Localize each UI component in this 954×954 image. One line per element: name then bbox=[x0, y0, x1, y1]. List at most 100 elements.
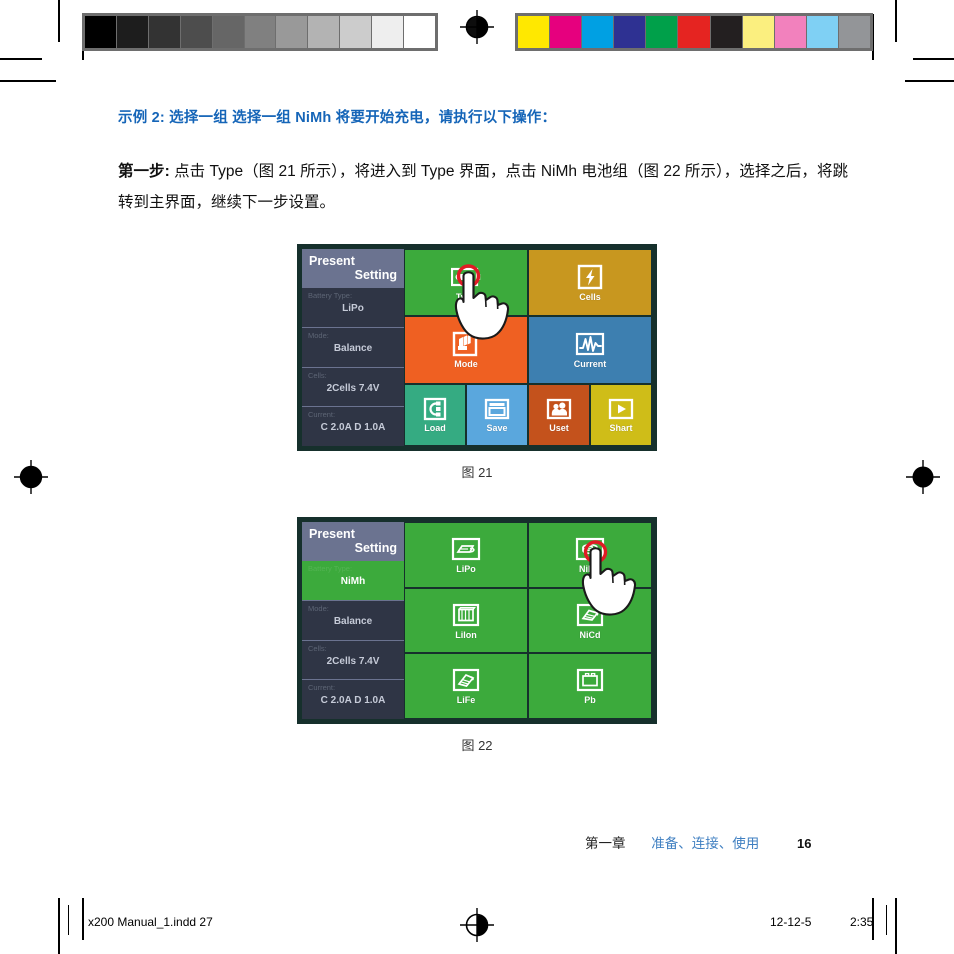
figure21-caption: 图 21 bbox=[461, 465, 493, 480]
imprint-date: 12-12-5 bbox=[770, 915, 812, 929]
fig21-tile-shart-label: Shart bbox=[609, 422, 633, 433]
fig21-tile-type[interactable]: Type bbox=[404, 249, 528, 317]
fig22-panel-title-line2: Setting bbox=[354, 541, 397, 555]
colorbar-swatch-7 bbox=[742, 16, 774, 48]
fig22-tile-liion-label: LiIon bbox=[455, 629, 477, 640]
cards-icon bbox=[451, 331, 481, 357]
play-icon bbox=[608, 397, 635, 421]
registration-mark-top bbox=[460, 10, 494, 44]
fig21-setting-label: Mode: bbox=[308, 330, 329, 340]
imprint-time: 2:35 bbox=[850, 915, 874, 929]
colorbar-swatch-1 bbox=[550, 16, 582, 48]
fig22-tile-nimh-label: NiMh bbox=[579, 563, 601, 574]
fig21-setting-value: C 2.0A D 1.0A bbox=[320, 422, 386, 434]
grayscale-swatch-5 bbox=[244, 16, 276, 48]
fig22-tile-pb-label: Pb bbox=[584, 695, 596, 706]
grayscale-swatch-3 bbox=[180, 16, 212, 48]
color-calibration-bar bbox=[515, 13, 873, 51]
grayscale-swatch-6 bbox=[276, 16, 308, 48]
fig21-tile-cells-label: Cells bbox=[579, 291, 601, 302]
fig21-tile-shart[interactable]: Shart bbox=[590, 383, 652, 446]
step-paragraph: 第一步: 点击 Type（图 21 所示），将进入到 Type 界面，点击 Ni… bbox=[118, 156, 848, 218]
fig21-setting-label: Current: bbox=[308, 410, 336, 420]
fig21-setting-row: Cells: 2Cells 7.4V bbox=[302, 367, 404, 408]
lipo-pack-icon bbox=[451, 536, 481, 562]
fig22-setting-row: Cells: 2Cells 7.4V bbox=[302, 640, 404, 681]
crop-mark-tl-v bbox=[58, 0, 60, 42]
fig21-settings-list: Battery Type: LiPo Mode: Balance Cells: 2Cell… bbox=[302, 288, 404, 446]
fig22-tile-grid: LiPo NiMh LiIon NiCd LiFe Pb bbox=[404, 522, 652, 720]
grayscale-swatch-8 bbox=[340, 16, 372, 48]
footer-section: 准备、连接、使用 bbox=[651, 836, 760, 851]
step-label: 第一步: bbox=[118, 162, 170, 180]
fig21-panel-title: Present Setting bbox=[302, 249, 404, 288]
fig21-tile-uset[interactable]: Uset bbox=[528, 383, 590, 446]
fig21-tile-row-1: Type Cells bbox=[404, 249, 652, 317]
fig22-tile-lipo-label: LiPo bbox=[456, 563, 476, 574]
registration-mark-bottom bbox=[460, 908, 494, 942]
lead-battery-icon bbox=[575, 667, 605, 693]
footer-chapter: 第一章 bbox=[585, 836, 626, 851]
registration-mark-right bbox=[906, 460, 940, 494]
footer-page-number: 16 bbox=[797, 836, 812, 851]
crop-mark-tr-h2 bbox=[905, 80, 954, 82]
save-icon bbox=[484, 397, 511, 421]
colorbar-swatch-0 bbox=[518, 16, 550, 48]
fig21-setting-label: Battery Type: bbox=[308, 291, 353, 300]
colorbar-swatch-5 bbox=[678, 16, 710, 48]
fig22-setting-label: Current: bbox=[308, 683, 336, 693]
fig22-tile-row-2: LiIon NiCd bbox=[404, 587, 652, 654]
fig21-setting-value: LiPo bbox=[342, 303, 364, 314]
fig22-tile-lipo[interactable]: LiPo bbox=[404, 522, 528, 588]
fig22-tile-nicd[interactable]: NiCd bbox=[528, 587, 652, 654]
fig22-setting-value: 2Cells 7.4V bbox=[326, 655, 380, 667]
grayscale-swatch-1 bbox=[116, 16, 148, 48]
fig22-setting-label: Mode: bbox=[308, 603, 329, 613]
crop-mark-tr-h bbox=[913, 58, 954, 60]
fig21-setting-value: 2Cells 7.4V bbox=[326, 382, 380, 394]
fig21-tile-load[interactable]: Load bbox=[404, 383, 466, 446]
colorbar-swatch-9 bbox=[806, 16, 838, 48]
fig21-tile-type-label: Type bbox=[455, 291, 477, 302]
fig22-setting-label: Battery Type: bbox=[308, 564, 353, 573]
crop-mark-bl-v bbox=[58, 898, 60, 954]
fig21-tile-uset-label: Uset bbox=[549, 422, 569, 433]
imprint-rule-left bbox=[68, 905, 69, 935]
section-heading: 示例 2: 选择一组 选择一组 NiMh 将要开始充电，请执行以下操作： bbox=[118, 110, 557, 126]
fig21-tile-current[interactable]: Current bbox=[528, 316, 652, 384]
figure22-device-screen: Present Setting Battery Type: NiMh Mode: Ba… bbox=[297, 517, 657, 724]
fig21-tile-cells[interactable]: Cells bbox=[528, 249, 652, 317]
fig21-tile-mode-label: Mode bbox=[454, 358, 478, 369]
crop-mark-tl-h2 bbox=[0, 80, 56, 82]
battery-icon bbox=[451, 264, 481, 290]
colorbar-swatch-2 bbox=[582, 16, 614, 48]
grayscale-swatch-10 bbox=[404, 16, 435, 48]
fig22-tile-nimh[interactable]: NiMh bbox=[528, 522, 652, 588]
fig21-tile-grid: Type Cells Mode Current Load Save Uset S… bbox=[404, 249, 652, 446]
fig21-present-setting-panel: Present Setting Battery Type: LiPo Mode: Ba… bbox=[302, 249, 404, 446]
fig21-tile-current-label: Current bbox=[573, 358, 607, 369]
fig21-tile-mode[interactable]: Mode bbox=[404, 316, 528, 384]
fig21-setting-row: Mode: Balance bbox=[302, 327, 404, 368]
fig21-setting-row: Current: C 2.0A D 1.0A bbox=[302, 407, 404, 446]
crop-mark-bl-v2 bbox=[82, 898, 84, 940]
page-footer: 第一章 准备、连接、使用 16 bbox=[585, 832, 812, 852]
grayscale-swatch-9 bbox=[372, 16, 404, 48]
fig22-tile-liion[interactable]: LiIon bbox=[404, 587, 528, 654]
fig22-tile-life[interactable]: LiFe bbox=[404, 653, 528, 720]
fig21-tile-save[interactable]: Save bbox=[466, 383, 528, 446]
grayscale-swatch-4 bbox=[212, 16, 244, 48]
figure22-caption: 图 22 bbox=[461, 738, 493, 753]
life-pack-icon bbox=[451, 667, 481, 693]
bolt-icon bbox=[575, 264, 605, 290]
fig22-setting-row: Current: C 2.0A D 1.0A bbox=[302, 680, 404, 719]
grayscale-swatch-2 bbox=[148, 16, 180, 48]
fig21-tile-save-label: Save bbox=[486, 422, 508, 433]
step-text: 点击 Type（图 21 所示），将进入到 Type 界面，点击 NiMh 电池… bbox=[118, 162, 848, 211]
grayscale-swatch-0 bbox=[85, 16, 116, 48]
fig22-tile-row-3: LiFe Pb bbox=[404, 653, 652, 720]
fig22-tile-pb[interactable]: Pb bbox=[528, 653, 652, 720]
colorbar-swatch-6 bbox=[710, 16, 742, 48]
colorbar-swatch-3 bbox=[614, 16, 646, 48]
fig21-tile-row-2: Mode Current bbox=[404, 316, 652, 384]
